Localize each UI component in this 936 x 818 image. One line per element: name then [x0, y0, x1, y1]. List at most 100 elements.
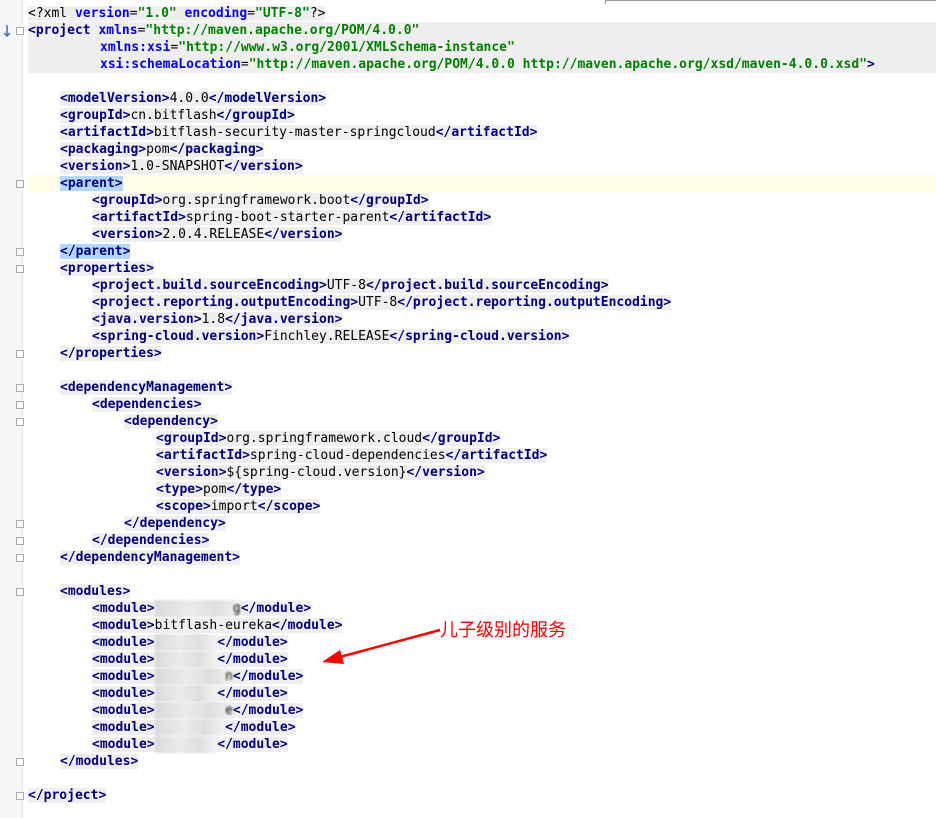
code-token: "http://maven.apache.org/POM/4.0.0": [145, 23, 420, 38]
code-token: version: [74, 6, 130, 21]
fold-marker-icon[interactable]: [16, 554, 24, 562]
code-line[interactable]: [28, 362, 936, 379]
code-line[interactable]: <spring-cloud.version>Finchley.RELEASE</…: [28, 328, 936, 345]
fold-marker-icon[interactable]: [16, 418, 24, 426]
code-token: <type>: [156, 482, 203, 497]
fold-marker-icon[interactable]: [16, 758, 24, 766]
code-line[interactable]: <module> </module>: [28, 719, 936, 736]
line-content: </dependencies>: [92, 533, 210, 548]
code-line[interactable]: <type>pom</type>: [28, 481, 936, 498]
code-token: ?>: [309, 6, 326, 21]
code-token: xsi:schemaLocation: [100, 57, 241, 72]
code-line[interactable]: <version>1.0-SNAPSHOT</version>: [28, 158, 936, 175]
code-line[interactable]: <artifactId>spring-cloud-dependencies</a…: [28, 447, 936, 464]
code-line[interactable]: <project.build.sourceEncoding>UTF-8</pro…: [28, 277, 936, 294]
blurred-module-name: [154, 634, 218, 651]
code-line[interactable]: </dependencyManagement>: [28, 549, 936, 566]
code-token: </version>: [406, 465, 485, 480]
code-token: </scope>: [257, 499, 321, 514]
code-token: </artifactId>: [445, 448, 548, 463]
code-line[interactable]: <packaging>pom</packaging>: [28, 141, 936, 158]
code-line[interactable]: </project>: [28, 787, 936, 804]
fold-marker-icon[interactable]: [16, 384, 24, 392]
code-line[interactable]: <module> </module>: [28, 736, 936, 753]
arrow-down-icon[interactable]: [2, 24, 12, 38]
code-line[interactable]: <project xmlns="http://maven.apache.org/…: [28, 22, 936, 39]
code-line[interactable]: </properties>: [28, 345, 936, 362]
code-line[interactable]: <version>${spring-cloud.version}</versio…: [28, 464, 936, 481]
code-token: import: [210, 499, 258, 514]
code-token: </module>: [232, 669, 304, 684]
line-content: <groupId>org.springframework.boot</group…: [92, 193, 429, 208]
code-token: <module>: [92, 737, 155, 752]
code-token: Finchley.RELEASE: [264, 329, 390, 344]
code-line[interactable]: <module> </module>: [28, 651, 936, 668]
code-token: <dependencyManagement>: [60, 380, 233, 395]
code-line[interactable]: <modelVersion>4.0.0</modelVersion>: [28, 90, 936, 107]
code-token: </spring-cloud.version>: [389, 329, 570, 344]
code-line[interactable]: <module> n</module>: [28, 668, 936, 685]
code-line[interactable]: <modules>: [28, 583, 936, 600]
code-line[interactable]: <project.reporting.outputEncoding>UTF-8<…: [28, 294, 936, 311]
code-line[interactable]: <module> g</module>: [28, 600, 936, 617]
code-token: encoding: [176, 6, 248, 21]
code-line[interactable]: <artifactId>bitflash-security-master-spr…: [28, 124, 936, 141]
fold-marker-icon[interactable]: [16, 792, 24, 800]
code-line[interactable]: [28, 566, 936, 583]
code-line[interactable]: <groupId>org.springframework.boot</group…: [28, 192, 936, 209]
code-token: <groupId>: [156, 431, 227, 446]
code-token: </module>: [240, 601, 312, 616]
code-line[interactable]: </dependency>: [28, 515, 936, 532]
code-token: <spring-cloud.version>: [92, 329, 265, 344]
line-content: <module> </module>: [92, 651, 288, 668]
code-line[interactable]: [28, 73, 936, 90]
fold-marker-icon[interactable]: [16, 537, 24, 545]
line-content: xmlns:xsi="http://www.w3.org/2001/XMLSch…: [100, 40, 515, 55]
editor-gutter[interactable]: [0, 0, 24, 818]
code-line[interactable]: </parent>: [28, 243, 936, 260]
code-line[interactable]: [28, 770, 936, 787]
code-line[interactable]: <properties>: [28, 260, 936, 277]
code-line[interactable]: xsi:schemaLocation="http://maven.apache.…: [28, 56, 936, 73]
code-token: </module>: [225, 720, 296, 735]
code-editor[interactable]: <?xml version="1.0" encoding="UTF-8"?> <p…: [28, 5, 936, 804]
code-line[interactable]: </dependencies>: [28, 532, 936, 549]
code-line[interactable]: <artifactId>spring-boot-starter-parent</…: [28, 209, 936, 226]
code-token: "http://maven.apache.org/POM/4.0.0 http:…: [248, 57, 868, 72]
line-content: <module> n</module>: [92, 668, 304, 685]
code-line[interactable]: <module> e</module>: [28, 702, 936, 719]
code-line[interactable]: <java.version>1.8</java.version>: [28, 311, 936, 328]
code-token: <module>: [92, 703, 155, 718]
code-token: </artifactId>: [435, 125, 538, 140]
code-line[interactable]: <version>2.0.4.RELEASE</version>: [28, 226, 936, 243]
fold-marker-icon[interactable]: [16, 27, 24, 35]
fold-marker-icon[interactable]: [16, 350, 24, 358]
code-line[interactable]: <parent>: [28, 175, 936, 192]
code-line[interactable]: <groupId>cn.bitflash</groupId>: [28, 107, 936, 124]
code-line[interactable]: <?xml version="1.0" encoding="UTF-8"?>: [28, 5, 936, 22]
code-token: </module>: [217, 652, 288, 667]
code-token: <groupId>: [92, 193, 163, 208]
fold-marker-icon[interactable]: [16, 265, 24, 273]
code-token: </project.build.sourceEncoding>: [365, 278, 609, 293]
code-line[interactable]: <scope>import</scope>: [28, 498, 936, 515]
code-line[interactable]: <groupId>org.springframework.cloud</grou…: [28, 430, 936, 447]
code-token: </project.reporting.outputEncoding>: [397, 295, 672, 310]
fold-marker-icon[interactable]: [16, 180, 24, 188]
code-token: </packaging>: [169, 142, 264, 157]
fold-marker-icon[interactable]: [16, 401, 24, 409]
fold-marker-icon[interactable]: [16, 520, 24, 528]
fold-marker-icon[interactable]: [16, 248, 24, 256]
code-line[interactable]: <dependencies>: [28, 396, 936, 413]
code-token: org.springframework.boot: [162, 193, 351, 208]
fold-marker-icon[interactable]: [16, 588, 24, 596]
code-line[interactable]: xmlns:xsi="http://www.w3.org/2001/XMLSch…: [28, 39, 936, 56]
code-line[interactable]: <dependencyManagement>: [28, 379, 936, 396]
window-edge: [605, 0, 936, 1]
code-line[interactable]: <module> </module>: [28, 685, 936, 702]
code-token: cn.bitflash: [130, 108, 217, 123]
line-content: <dependency>: [124, 414, 218, 429]
code-line[interactable]: <dependency>: [28, 413, 936, 430]
code-line[interactable]: </modules>: [28, 753, 936, 770]
code-token: <java.version>: [92, 312, 202, 327]
